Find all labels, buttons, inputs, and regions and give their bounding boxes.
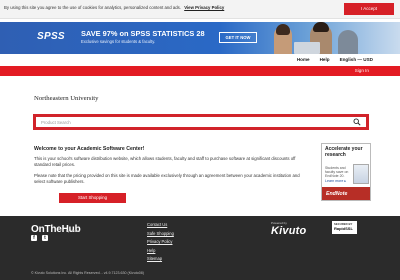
start-shopping-button[interactable]: Start Shopping [59,193,126,203]
footer-link-safe-shopping[interactable]: Safe Shopping [147,231,174,236]
social-links: f t [31,235,48,241]
product-search-input[interactable] [36,117,366,127]
footer-link-privacy[interactable]: Privacy Policy [147,239,174,244]
nav-help[interactable]: Help [320,57,330,62]
kivuto-name: Kivuto [271,225,307,237]
footer-link-help[interactable]: Help [147,248,174,253]
get-it-now-button[interactable]: GET IT NOW [219,32,257,43]
welcome-heading: Welcome to your Academic Software Center… [34,146,145,152]
banner-headline: SAVE 97% on SPSS STATISTICS 28 [81,29,205,38]
welcome-paragraph-1: This is your school's software distribut… [34,156,296,168]
ad-subtext: Students and faculty save on EndNote 20. [325,166,349,179]
footer-link-contact[interactable]: Contact Us [147,222,174,227]
learn-more-link[interactable]: Learn more ▸ [325,179,346,183]
university-name: Northeastern University [34,95,99,102]
footer-link-sitemap[interactable]: Sitemap [147,256,174,261]
nav-home[interactable]: Home [297,57,310,62]
badge-rapidssl: RapidSSL [334,226,353,231]
copyright: © Kivuto Solutions Inc. All Rights Reser… [31,271,144,275]
cookie-banner: By using this site you agree to the use … [0,0,400,19]
account-bar: Sign In [0,66,400,76]
privacy-policy-link[interactable]: View Privacy Policy [184,5,224,10]
onthehub-logo-sub: by Kivuto [66,229,80,233]
spss-logo: SPSS [37,31,65,42]
cookie-message: By using this site you agree to the use … [4,5,181,10]
footer-links: Contact Us Safe Shopping Privacy Policy … [147,222,174,265]
language-currency-selector[interactable]: English — USD [340,57,373,62]
banner-photo [266,22,364,54]
accept-cookies-button[interactable]: I Accept [344,3,394,15]
facebook-icon[interactable]: f [31,235,37,241]
endnote-ad[interactable]: Accelerate your research Students and fa… [321,143,371,201]
search-bar [33,114,369,130]
search-icon[interactable] [353,118,361,126]
rapidssl-badge: SECURED BY RapidSSL [332,221,357,234]
ad-brand-strip: EndNote [322,187,370,200]
product-box-image [353,164,369,184]
twitter-icon[interactable]: t [42,235,48,241]
kivuto-logo[interactable]: Powered by Kivuto [271,221,306,237]
cookie-text: By using this site you agree to the use … [4,5,224,10]
promo-banner[interactable]: SPSS SAVE 97% on SPSS STATISTICS 28 Excl… [0,22,400,54]
endnote-logo: EndNote [326,191,348,197]
welcome-paragraph-2: Please note that the pricing provided on… [34,173,300,185]
ad-title: Accelerate your research [325,146,363,158]
top-nav: Home Help English — USD [0,54,400,66]
banner-subtext: Exclusive savings for students & faculty… [81,39,156,44]
sign-in-link[interactable]: Sign In [355,68,369,73]
